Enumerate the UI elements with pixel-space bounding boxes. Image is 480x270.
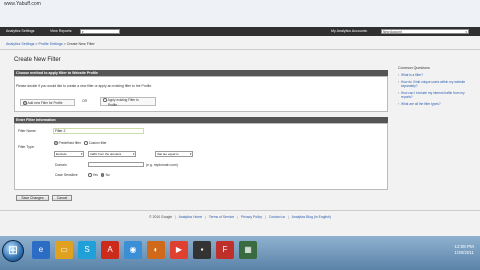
- cancel-button[interactable]: Cancel: [52, 195, 72, 201]
- radio-predefined[interactable]: [54, 141, 58, 145]
- media-icon[interactable]: ▶: [170, 241, 188, 259]
- radio-custom[interactable]: [84, 141, 88, 145]
- breadcrumb-separator: >: [63, 42, 66, 46]
- chevron-down-icon: ▾: [189, 152, 192, 156]
- save-button[interactable]: Save Changes: [16, 195, 49, 201]
- breadcrumb-profile-settings[interactable]: Profile Settings: [38, 42, 62, 46]
- exclude-select[interactable]: Exclude ▾: [54, 151, 84, 157]
- radio-case-yes[interactable]: [88, 173, 92, 177]
- exclude-select-value: Exclude: [56, 152, 67, 156]
- footer-link-privacy[interactable]: Privacy Policy: [241, 215, 262, 219]
- watermark-text: www.Yabuff.com: [4, 1, 41, 7]
- ie-icon[interactable]: e: [32, 241, 50, 259]
- case-sensitive-label: Case Sensitive: [55, 173, 78, 177]
- ga-top-bar: Analytics Settings View Reports: ▾ My An…: [0, 27, 480, 36]
- or-label: OR: [82, 99, 88, 103]
- divider: [0, 49, 480, 50]
- footer-link-terms[interactable]: Terms of Service: [209, 215, 234, 219]
- option-new-filter[interactable]: Add new Filter for Profile: [20, 99, 75, 106]
- domain-input[interactable]: [88, 162, 144, 167]
- filter-name-input[interactable]: Filter 2: [53, 128, 144, 134]
- footer-link-blog[interactable]: Analytics Blog (in English): [292, 215, 331, 219]
- predefined-label: Predefined filter: [58, 141, 81, 145]
- analytics-settings-link[interactable]: Analytics Settings: [6, 29, 34, 33]
- traffic-source-value: traffic from the domains: [90, 152, 122, 156]
- account-select-value: New Account: [383, 29, 402, 34]
- chevron-down-icon: ▾: [465, 29, 467, 34]
- option-existing-label-1: Apply existing Filter to: [107, 98, 139, 102]
- acrobat-icon[interactable]: A: [101, 241, 119, 259]
- view-reports-select[interactable]: ▾: [80, 28, 120, 34]
- domain-hint: (e.g. mydomain.com): [146, 163, 178, 167]
- help-link[interactable]: How can I exclude my internal traffic fr…: [398, 91, 468, 99]
- footer: © 2010 Google | Analytics Home | Terms o…: [149, 215, 331, 219]
- breadcrumb-current: Create New Filter: [66, 42, 95, 46]
- filezilla-icon[interactable]: F: [216, 241, 234, 259]
- match-type-select[interactable]: that are equal to ▾: [155, 151, 193, 157]
- option-existing-filter[interactable]: Apply existing Filter to Profile: [100, 97, 156, 106]
- account-select[interactable]: New Account ▾: [381, 28, 469, 34]
- case-sensitive-options: Yes No: [88, 172, 110, 177]
- help-link[interactable]: What are all the filter types?: [398, 102, 468, 106]
- filter-type-options: Predefined filter Custom filter: [54, 140, 107, 145]
- chevron-down-icon: ▾: [80, 152, 83, 156]
- custom-label: Custom filter: [88, 141, 107, 145]
- radio-case-no[interactable]: [100, 173, 105, 177]
- page-title: Create New Filter: [14, 57, 61, 63]
- section-method-description: Please decide if you would like to creat…: [16, 84, 153, 88]
- chevron-down-icon: ▾: [132, 152, 135, 156]
- traffic-source-select[interactable]: traffic from the domains ▾: [88, 151, 136, 157]
- footer-link-contact[interactable]: Contact us: [269, 215, 285, 219]
- option-new-filter-box: Add new Filter for Profile: [20, 99, 75, 106]
- filter-name-label: Filter Name:: [18, 129, 37, 133]
- match-type-value: that are equal to: [157, 152, 179, 156]
- divider: [0, 210, 480, 211]
- help-panel: Common Questions What is a filter? How d…: [398, 66, 468, 109]
- radio-existing-filter[interactable]: [103, 98, 107, 102]
- screen: www.Yabuff.com Analytics Settings View R…: [0, 0, 480, 270]
- help-title: Common Questions: [398, 66, 430, 70]
- terminal-icon[interactable]: ▪: [193, 241, 211, 259]
- my-accounts-label: My Analytics Accounts:: [331, 29, 368, 33]
- help-link[interactable]: How do I limit unique users within my we…: [398, 80, 468, 88]
- start-button[interactable]: [2, 240, 24, 262]
- view-reports-label: View Reports:: [50, 29, 73, 33]
- section-method-box: [14, 76, 388, 112]
- browser-toolbar: www.Yabuff.com: [0, 0, 480, 27]
- footer-copyright: © 2010 Google: [149, 215, 172, 219]
- option-existing-filter-box: Apply existing Filter to Profile: [100, 97, 156, 106]
- no-label: No: [105, 173, 110, 177]
- radio-new-filter[interactable]: [23, 101, 27, 105]
- clock-date: 1/30/2011: [454, 250, 474, 255]
- skype-icon[interactable]: S: [78, 241, 96, 259]
- chrome-icon[interactable]: ◉: [124, 241, 142, 259]
- breadcrumb-analytics-settings[interactable]: Analytics Settings: [6, 42, 34, 46]
- system-tray: 12:08 PM 1/30/2011: [406, 241, 476, 263]
- domain-label: Domain: [55, 163, 67, 167]
- clock[interactable]: 12:08 PM 1/30/2011: [454, 244, 474, 256]
- option-new-filter-label: Add new Filter for Profile: [27, 101, 63, 105]
- option-existing-label-2: Profile: [108, 102, 118, 107]
- yes-label: Yes: [92, 173, 98, 177]
- firefox-icon[interactable]: ◐: [147, 241, 165, 259]
- folder-icon[interactable]: ▭: [55, 241, 73, 259]
- breadcrumb: Analytics Settings > Profile Settings > …: [6, 42, 95, 46]
- taskbar: e ▭ S A ◉ ◐ ▶ ▪ F ▦ 12:08 PM 1/30/2011: [0, 236, 480, 270]
- filter-type-label: Filter Type:: [18, 145, 35, 149]
- help-link[interactable]: What is a filter?: [398, 73, 468, 77]
- clock-time: 12:08 PM: [454, 244, 474, 249]
- footer-link-home[interactable]: Analytics Home: [179, 215, 203, 219]
- app-icon[interactable]: ▦: [239, 241, 257, 259]
